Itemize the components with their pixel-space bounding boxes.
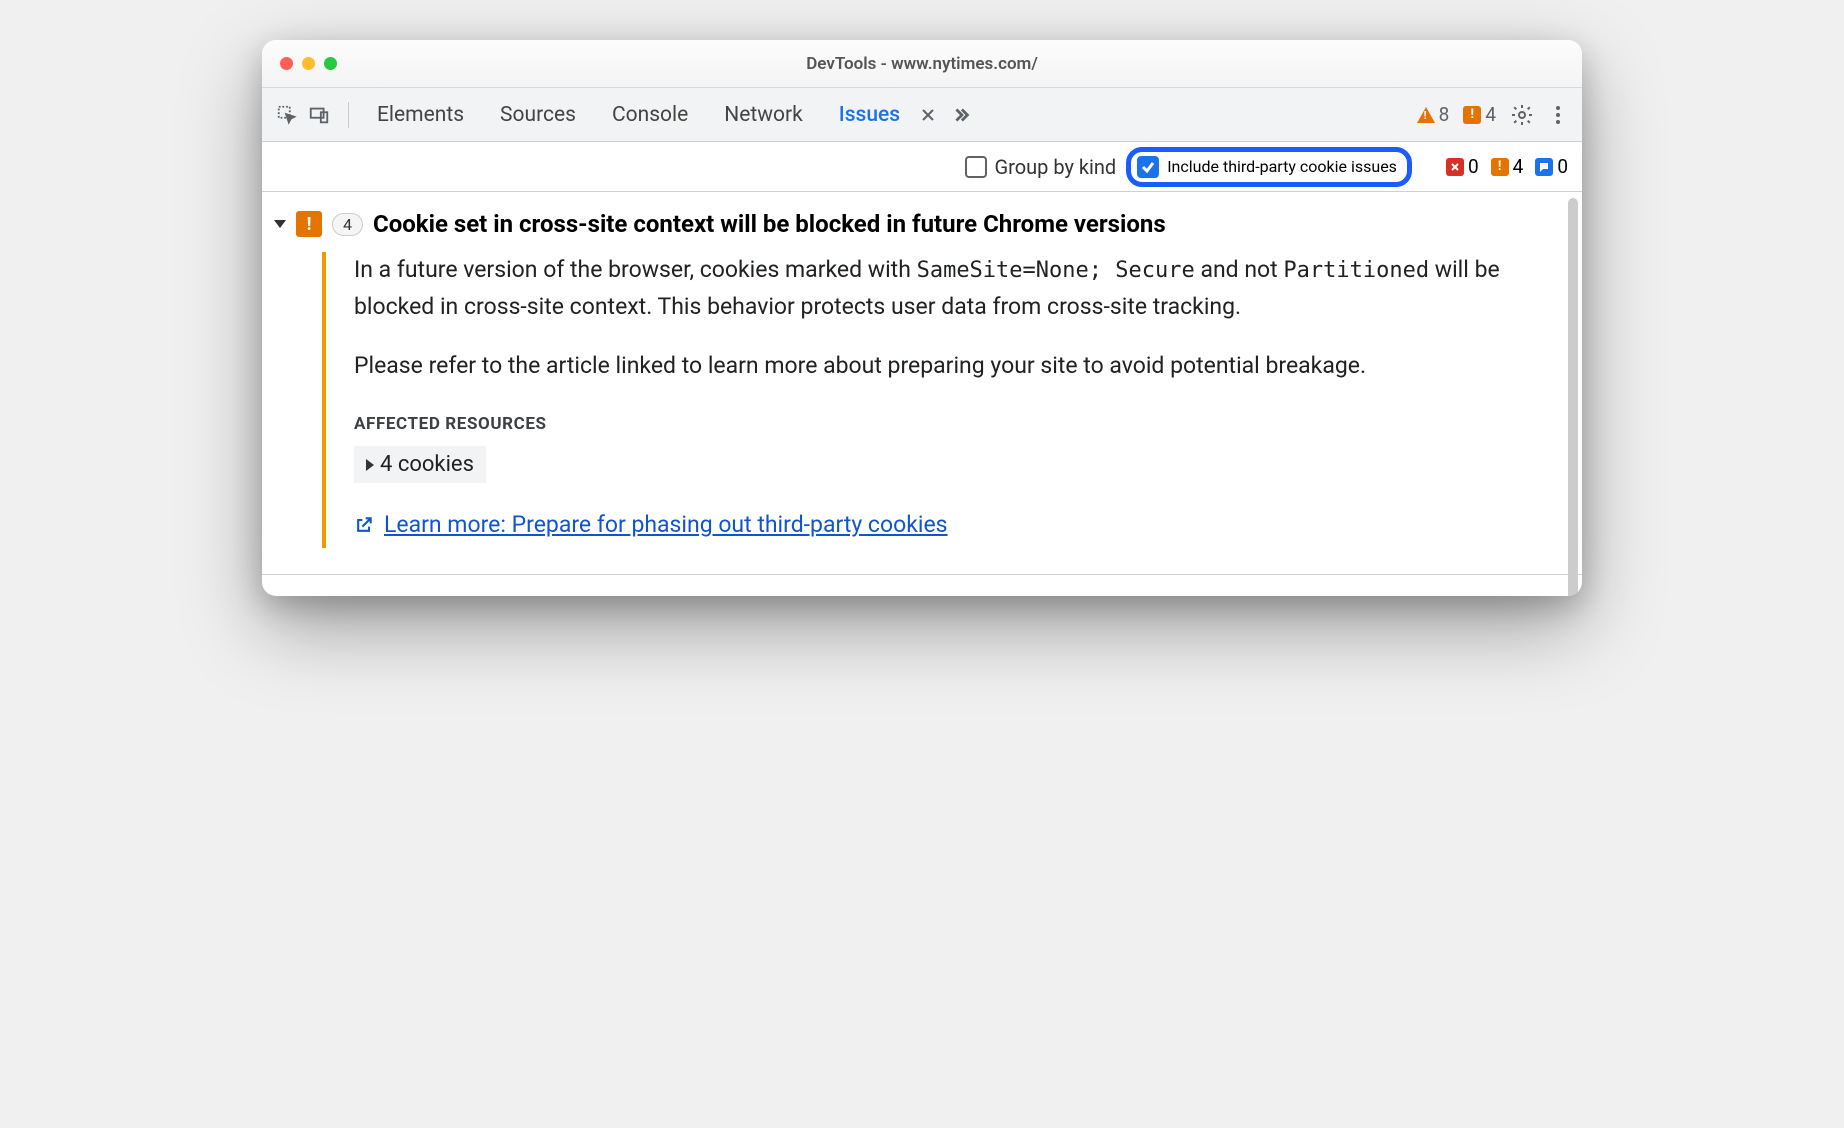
issue-kind-counts: 0 ! 4 0	[1446, 155, 1568, 178]
issue-title: Cookie set in cross-site context will be…	[373, 210, 1166, 238]
warnings-filter-count: 4	[1513, 155, 1524, 178]
warning-icon	[1417, 107, 1435, 123]
inspect-element-icon[interactable]	[276, 104, 298, 126]
tabbar: Elements Sources Console Network Issues …	[262, 88, 1582, 142]
warnings-count-value: 8	[1439, 103, 1450, 126]
tab-sources[interactable]: Sources	[484, 97, 592, 133]
info-filter[interactable]: 0	[1535, 155, 1568, 178]
issues-filter-bar: Group by kind Include third-party cookie…	[262, 142, 1582, 192]
group-by-kind-option: Group by kind	[965, 155, 1117, 179]
issues-count-value: 4	[1485, 103, 1496, 126]
errors-filter[interactable]: 0	[1446, 155, 1479, 178]
issue-severity-icon: !	[296, 211, 322, 237]
issue-description-1: In a future version of the browser, cook…	[354, 252, 1562, 326]
issue-description-2: Please refer to the article linked to le…	[354, 348, 1562, 385]
code-partitioned: Partitioned	[1283, 258, 1429, 283]
maximize-window-button[interactable]	[324, 57, 337, 70]
group-by-kind-label: Group by kind	[995, 155, 1117, 179]
info-filter-count: 0	[1557, 155, 1568, 178]
external-link-icon	[354, 515, 374, 535]
issue-header[interactable]: ! 4 Cookie set in cross-site context wil…	[274, 210, 1562, 238]
issue-icon: !	[1463, 106, 1481, 124]
window-title: DevTools - www.nytimes.com/	[262, 54, 1582, 74]
tabbar-right: 8 ! 4	[1417, 103, 1568, 127]
device-toolbar-icon[interactable]	[308, 104, 330, 126]
errors-filter-count: 0	[1468, 155, 1479, 178]
group-by-kind-checkbox[interactable]	[965, 156, 987, 178]
include-third-party-checkbox[interactable]	[1137, 156, 1159, 178]
traffic-lights	[280, 57, 337, 70]
tab-console[interactable]: Console	[596, 97, 704, 133]
more-tabs-icon[interactable]	[944, 104, 978, 126]
affected-cookies-toggle[interactable]: 4 cookies	[354, 446, 486, 483]
close-window-button[interactable]	[280, 57, 293, 70]
devtools-window: DevTools - www.nytimes.com/ Elements Sou…	[262, 40, 1582, 596]
issue-body: In a future version of the browser, cook…	[322, 252, 1562, 548]
minimize-window-button[interactable]	[302, 57, 315, 70]
scrollbar[interactable]	[1568, 198, 1578, 596]
affected-resources-heading: AFFECTED RESOURCES	[354, 414, 1562, 434]
include-third-party-label: Include third-party cookie issues	[1167, 157, 1397, 176]
warning-badge-icon: !	[1491, 158, 1509, 176]
bottom-panel	[262, 574, 1582, 596]
include-third-party-option: Include third-party cookie issues	[1126, 147, 1412, 187]
settings-icon[interactable]	[1510, 103, 1534, 127]
warnings-filter[interactable]: ! 4	[1491, 155, 1524, 178]
info-icon	[1535, 158, 1553, 176]
titlebar: DevTools - www.nytimes.com/	[262, 40, 1582, 88]
close-tab-icon[interactable]	[916, 107, 940, 123]
error-icon	[1446, 158, 1464, 176]
issue-list: ! 4 Cookie set in cross-site context wil…	[262, 192, 1582, 574]
cookies-count-label: 4 cookies	[380, 452, 474, 477]
warnings-count[interactable]: 8	[1417, 103, 1450, 126]
expand-cookies-icon	[366, 459, 374, 471]
code-samesite: SameSite=None; Secure	[917, 258, 1195, 283]
tab-network[interactable]: Network	[708, 97, 819, 133]
learn-more-row: Learn more: Prepare for phasing out thir…	[354, 511, 1562, 538]
issues-count[interactable]: ! 4	[1463, 103, 1496, 126]
more-options-icon[interactable]	[1548, 103, 1568, 127]
issue-occurrence-count: 4	[332, 213, 363, 236]
tab-issues[interactable]: Issues	[823, 97, 916, 133]
learn-more-link[interactable]: Learn more: Prepare for phasing out thir…	[384, 511, 948, 538]
expand-toggle-icon[interactable]	[274, 220, 286, 228]
issues-content: ! 4 Cookie set in cross-site context wil…	[262, 192, 1582, 574]
tab-elements[interactable]: Elements	[361, 97, 480, 133]
divider	[348, 102, 349, 128]
